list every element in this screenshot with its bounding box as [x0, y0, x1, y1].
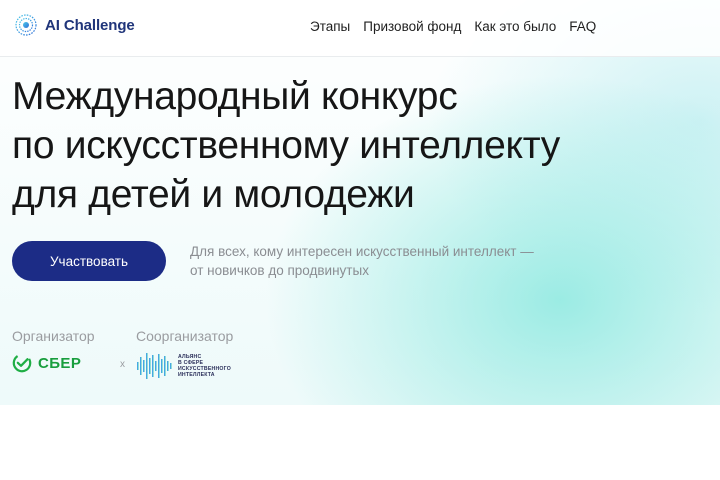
hero-subtext: Для всех, кому интересен искусственный и… — [190, 242, 534, 280]
title-line: по искусственному интеллекту — [12, 124, 560, 167]
nav-link-prize-fund[interactable]: Призовой фонд — [363, 19, 461, 34]
nav-link-stages[interactable]: Этапы — [310, 19, 350, 34]
sber-check-icon — [12, 353, 32, 373]
title-line: для детей и молодежи — [12, 173, 415, 216]
site-header: AI Challenge Этапы Призовой фонд Как это… — [0, 0, 720, 57]
organizer-label: Организатор — [12, 328, 95, 344]
page-title: Международный конкурс по искусственному … — [12, 72, 712, 219]
nav-link-faq[interactable]: FAQ — [569, 19, 596, 34]
site-logo[interactable]: AI Challenge — [15, 14, 135, 36]
ai-challenge-logo-icon — [15, 14, 37, 36]
subtext-line: Для всех, кому интересен искусственный и… — [190, 244, 534, 259]
soundwave-icon — [137, 353, 172, 379]
main-nav: Этапы Призовой фонд Как это было FAQ — [310, 19, 596, 34]
alliance-line: ИНТЕЛЛЕКТА — [178, 372, 215, 378]
logo-separator: x — [120, 359, 125, 370]
alliance-text: АЛЬЯНС В СФЕРЕ ИСКУССТВЕННОГО ИНТЕЛЛЕКТА — [178, 354, 231, 378]
ai-alliance-logo[interactable]: АЛЬЯНС В СФЕРЕ ИСКУССТВЕННОГО ИНТЕЛЛЕКТА — [136, 351, 231, 381]
participate-button[interactable]: Участвовать — [12, 241, 166, 281]
subtext-line: от новичков до продвинутых — [190, 263, 369, 278]
logo-text: AI Challenge — [45, 16, 135, 34]
title-line: Международный конкурс — [12, 75, 458, 118]
sber-text: СБЕР — [38, 354, 82, 372]
sber-logo[interactable]: СБЕР — [12, 353, 81, 373]
nav-link-how-it-was[interactable]: Как это было — [474, 19, 556, 34]
coorganizer-label: Соорганизатор — [136, 328, 234, 344]
